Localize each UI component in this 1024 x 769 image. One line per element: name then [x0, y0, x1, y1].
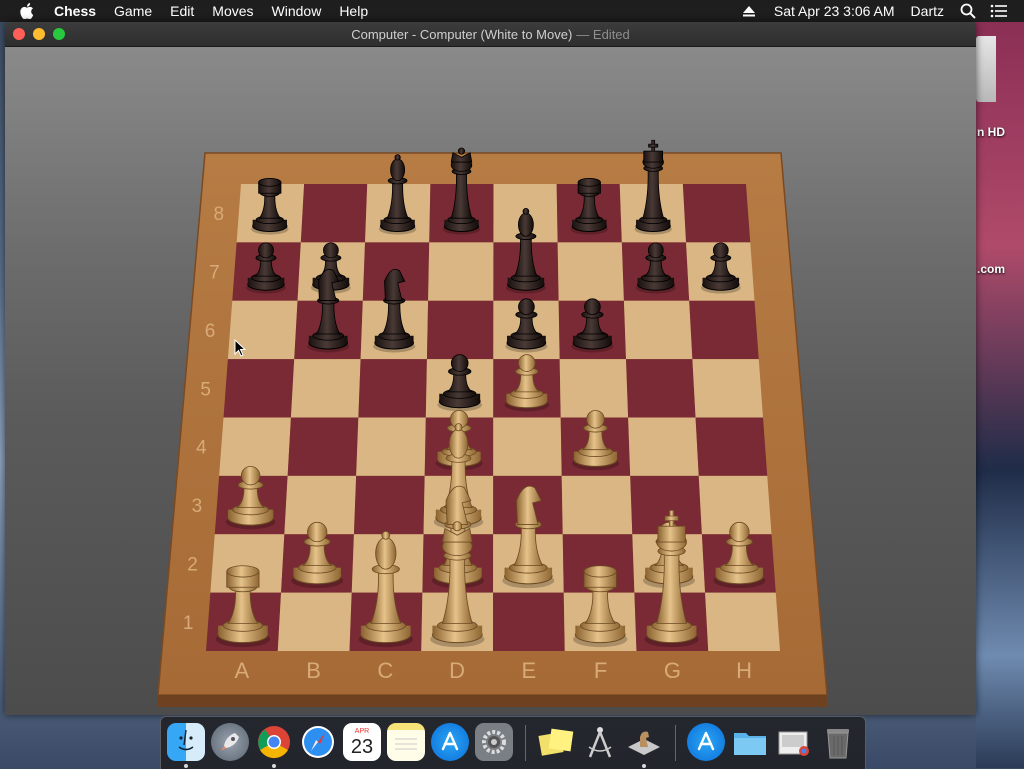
hard-drive-label: n HD: [977, 125, 1005, 139]
board-square-h6[interactable]: [689, 300, 759, 360]
file-label: F: [594, 658, 607, 683]
chess-board-view[interactable]: A B C D E F G H 8 7 6 5 4 3 2 1: [5, 47, 976, 715]
chrome-icon[interactable]: [255, 723, 293, 761]
file-label: D: [449, 658, 465, 683]
file-label: A: [235, 658, 250, 683]
minimize-button[interactable]: [33, 28, 45, 40]
notification-center-icon[interactable]: [990, 3, 1008, 19]
finder-running-dot: [184, 764, 188, 768]
file-label: E: [522, 658, 537, 683]
board-square-c4[interactable]: [356, 417, 426, 476]
window-title: Computer - Computer (White to Move): [351, 26, 573, 42]
desktop-file-label: .com: [977, 262, 1006, 276]
window-titlebar[interactable]: Computer - Computer (White to Move) — Ed…: [5, 22, 976, 47]
menu-bar: Chess Game Edit Moves Window Help Sat Ap…: [0, 0, 1024, 22]
file-label: C: [377, 658, 393, 683]
launchpad-rocket-icon[interactable]: [211, 723, 249, 761]
board-square-e4[interactable]: [493, 417, 562, 476]
finder-icon[interactable]: [167, 723, 205, 761]
menubar-datetime[interactable]: Sat Apr 23 3:06 AM: [774, 3, 895, 19]
board-square-d7[interactable]: [428, 242, 494, 301]
chess-knight-icon[interactable]: [625, 723, 663, 761]
calendar-month: APR: [354, 727, 370, 735]
board-square-c3[interactable]: [353, 475, 425, 535]
safari-compass-icon[interactable]: [299, 723, 337, 761]
board-square-g6[interactable]: [623, 300, 693, 360]
chrome-running-dot: [272, 764, 276, 768]
chess-window: Computer - Computer (White to Move) — Ed…: [5, 22, 976, 715]
folder-icon[interactable]: [731, 723, 769, 761]
board-square-h8[interactable]: [682, 184, 751, 243]
board-square-g4[interactable]: [628, 417, 699, 476]
board-square-b1[interactable]: [277, 592, 352, 651]
menubar-user[interactable]: Dartz: [911, 3, 944, 19]
menu-help[interactable]: Help: [339, 3, 368, 19]
board-frame-edge: [158, 695, 827, 707]
notes-icon[interactable]: [387, 723, 425, 761]
rank-label: 2: [187, 554, 198, 575]
rank-label: 1: [183, 613, 194, 634]
hard-drive-icon[interactable]: [976, 36, 996, 102]
rank-label: 3: [192, 496, 203, 517]
edited-status: — Edited: [576, 26, 630, 42]
board-square-h1[interactable]: [705, 592, 780, 651]
rank-label: 8: [214, 204, 225, 225]
spotlight-search-icon[interactable]: [960, 3, 976, 19]
board-square-f5[interactable]: [559, 359, 629, 418]
mouse-cursor-icon: [234, 339, 246, 357]
calendar-icon[interactable]: APR 23: [343, 723, 381, 761]
stickies-icon[interactable]: [537, 723, 575, 761]
file-label: G: [664, 658, 681, 683]
menu-game[interactable]: Game: [114, 3, 152, 19]
calendar-day: 23: [350, 735, 374, 758]
menu-window[interactable]: Window: [272, 3, 322, 19]
eject-icon[interactable]: [742, 4, 756, 18]
dock-separator: [525, 725, 526, 761]
menu-moves[interactable]: Moves: [212, 3, 253, 19]
board-square-f3[interactable]: [561, 475, 633, 535]
grapher-compass-icon[interactable]: [581, 723, 619, 761]
board-square-a5[interactable]: [223, 359, 295, 418]
chess-running-dot: [642, 764, 646, 768]
board-square-h5[interactable]: [692, 359, 763, 418]
menu-app-chess[interactable]: Chess: [54, 3, 96, 19]
trash-icon[interactable]: [819, 723, 857, 761]
board-square-d6[interactable]: [426, 300, 494, 360]
board-square-b5[interactable]: [290, 359, 361, 418]
board-square-c5[interactable]: [358, 359, 427, 418]
file-label: H: [736, 658, 752, 683]
system-preferences-gear-icon[interactable]: [475, 723, 513, 761]
board-square-g5[interactable]: [626, 359, 696, 418]
dock-separator: [675, 725, 676, 761]
apple-menu-icon[interactable]: [20, 3, 36, 19]
board-square-b4[interactable]: [287, 417, 359, 476]
board-square-b8[interactable]: [300, 184, 368, 243]
app-store-icon[interactable]: [431, 723, 469, 761]
board-square-h4[interactable]: [695, 417, 768, 476]
zoom-button[interactable]: [53, 28, 65, 40]
rank-label: 5: [200, 379, 211, 400]
dock: APR 23: [160, 716, 866, 769]
menu-edit[interactable]: Edit: [170, 3, 194, 19]
rank-label: 6: [205, 321, 216, 342]
close-button[interactable]: [13, 28, 25, 40]
rank-label: 4: [196, 438, 207, 459]
file-label: B: [306, 658, 321, 683]
board-square-e1[interactable]: [493, 592, 565, 651]
board-scene[interactable]: A B C D E F G H 8 7 6 5 4 3 2 1: [5, 47, 976, 715]
screenshots-stack-icon[interactable]: [775, 723, 813, 761]
app-store-downloads-icon[interactable]: [687, 723, 725, 761]
rank-label: 7: [209, 263, 220, 284]
board-square-f7[interactable]: [557, 242, 624, 301]
